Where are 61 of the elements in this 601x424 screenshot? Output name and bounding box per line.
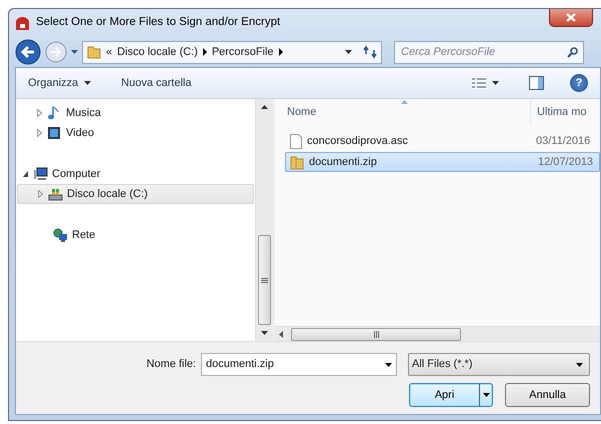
- toolbar-button[interactable]: Nuova cartella: [121, 74, 192, 92]
- grip-icon: [260, 278, 268, 282]
- scrollbar-thumb[interactable]: [258, 235, 270, 325]
- address-bar[interactable]: « Disco locale (C:) PercorsoFile: [82, 40, 382, 64]
- caret-icon: [492, 81, 499, 85]
- organize-menu-button[interactable]: Organizza: [28, 74, 92, 92]
- expand-arrow-icon[interactable]: [37, 109, 43, 117]
- close-icon: [566, 12, 576, 22]
- nav-item[interactable]: Computer: [17, 164, 254, 184]
- filename-label: Nome file:: [145, 357, 196, 372]
- dropdown-caret-icon: [576, 362, 583, 366]
- nav-item[interactable]: Video: [17, 123, 254, 143]
- folder-icon: [87, 45, 101, 59]
- zip-folder-icon: [290, 154, 304, 170]
- column-header[interactable]: Nome: [275, 99, 530, 125]
- close-button[interactable]: [549, 9, 593, 27]
- document-icon: [290, 134, 302, 148]
- refresh-icon[interactable]: [363, 45, 377, 59]
- breadcrumb-segment[interactable]: PercorsoFile: [212, 44, 274, 60]
- file-row[interactable]: concorsodiprova.asc 03/11/2016: [285, 131, 600, 151]
- dropdown-caret-icon[interactable]: [345, 50, 352, 54]
- dropdown-caret-icon: [385, 362, 392, 366]
- scroll-up-arrow-icon[interactable]: [260, 105, 268, 109]
- horizontal-scrollbar[interactable]: [275, 326, 600, 341]
- help-button[interactable]: ?: [570, 74, 588, 92]
- nav-item[interactable]: Musica: [17, 103, 254, 123]
- search-field[interactable]: Cerca PercorsoFile: [394, 40, 584, 64]
- computer-icon: [33, 166, 48, 182]
- breadcrumb-arrow-icon[interactable]: [278, 48, 283, 56]
- open-split-button[interactable]: Apri: [409, 383, 493, 407]
- collapse-arrow-icon[interactable]: [23, 170, 29, 178]
- nav-item[interactable]: Rete: [17, 225, 254, 245]
- network-icon: [53, 228, 68, 242]
- scroll-down-arrow-icon[interactable]: [260, 331, 268, 335]
- caret-icon: [84, 81, 92, 85]
- app-icon: [15, 16, 30, 30]
- breadcrumb-overflow[interactable]: «: [106, 44, 112, 60]
- split-caret-icon: [482, 393, 490, 397]
- back-icon[interactable]: [15, 39, 41, 65]
- window-title: Select One or More Files to Sign and/or Encrypt: [36, 15, 280, 30]
- search-icon[interactable]: [567, 46, 578, 58]
- scroll-left-arrow-icon[interactable]: [279, 330, 283, 338]
- forward-icon[interactable]: [45, 41, 67, 63]
- breadcrumb-arrow-icon[interactable]: [202, 48, 207, 56]
- view-options-button[interactable]: [472, 78, 499, 88]
- filename-field[interactable]: documenti.zip: [201, 353, 397, 376]
- list-view-icon: [472, 78, 486, 88]
- grip-icon: [374, 330, 378, 338]
- column-header[interactable]: Ultima mo: [530, 99, 587, 125]
- vertical-scrollbar[interactable]: [255, 99, 272, 341]
- breadcrumb-segment[interactable]: Disco locale (C:): [117, 44, 198, 60]
- file-row[interactable]: documenti.zip 12/07/2013: [285, 152, 600, 172]
- expand-arrow-icon[interactable]: [37, 129, 43, 137]
- preview-pane-icon: [529, 76, 544, 90]
- cancel-button[interactable]: Annulla: [505, 383, 590, 407]
- scrollbar-thumb[interactable]: [291, 328, 461, 340]
- preview-pane-button[interactable]: [529, 76, 544, 90]
- nav-item[interactable]: Disco locale (C:): [17, 184, 254, 204]
- drive-icon: [48, 186, 63, 202]
- history-caret-icon[interactable]: [71, 50, 78, 54]
- file-type-dropdown[interactable]: All Files (*.*): [408, 353, 590, 376]
